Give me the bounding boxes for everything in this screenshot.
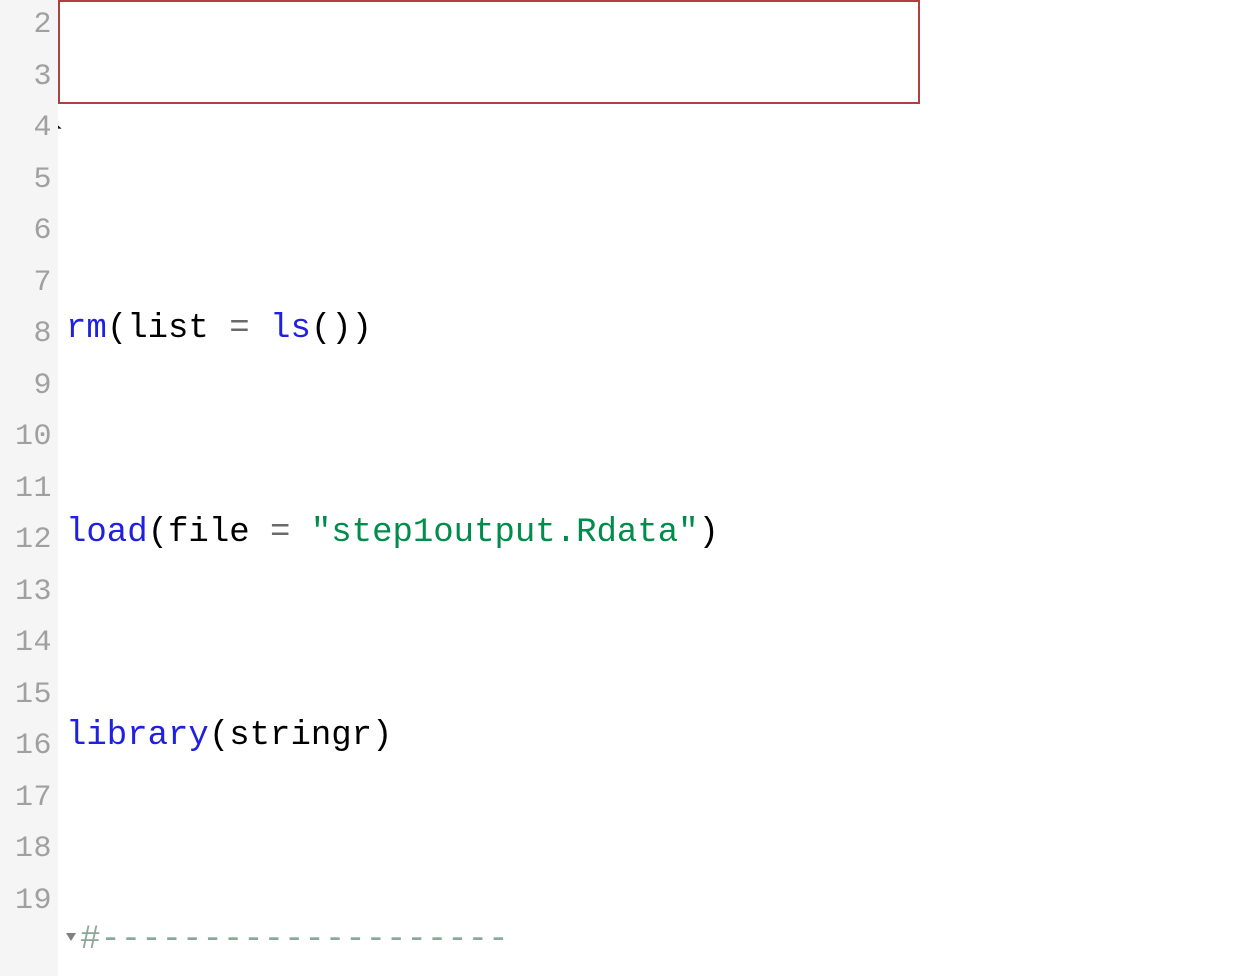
line-number: 11 (0, 464, 52, 516)
line-number: 2 (0, 0, 52, 52)
tok: ()) (311, 310, 372, 348)
line-number: 17 (0, 773, 52, 825)
line-number: 3 (0, 52, 52, 104)
line-number: 5 (0, 155, 52, 207)
code-line[interactable]: library(stringr) (66, 711, 1236, 763)
line-number: 4 (0, 103, 52, 155)
comment: #-------------------- (80, 921, 508, 959)
fn-ls: ls (270, 310, 311, 348)
fold-marker-icon[interactable] (66, 933, 76, 941)
line-number: 19 (0, 876, 52, 928)
tok: (list (107, 310, 229, 348)
line-number: 9 (0, 361, 52, 413)
code-area[interactable]: rm(list = ls()) load(file = "step1output… (58, 0, 1236, 976)
selection-highlight-box (58, 0, 920, 104)
line-number: 6 (0, 206, 52, 258)
line-number: 8 (0, 309, 52, 361)
line-number: 7 (0, 258, 52, 310)
code-line[interactable]: #-------------------- (66, 915, 1236, 967)
string-literal: "step1output.Rdata" (311, 514, 699, 552)
op-eq: = (229, 310, 270, 348)
tok: (file (148, 514, 270, 552)
tok: (stringr) (209, 717, 393, 755)
code-line[interactable]: rm(list = ls()) (66, 304, 1236, 356)
code-line[interactable]: load(file = "step1output.Rdata") (66, 508, 1236, 560)
op-eq: = (270, 514, 311, 552)
fn-load: load (66, 514, 148, 552)
line-number: 12 (0, 515, 52, 567)
line-number: 16 (0, 721, 52, 773)
line-number-gutter: 2 3 4 5 6 7 8 9 10 11 12 13 14 15 16 17 … (0, 0, 58, 976)
line-number: 18 (0, 824, 52, 876)
line-number: 14 (0, 618, 52, 670)
line-number: 10 (0, 412, 52, 464)
code-editor[interactable]: 2 3 4 5 6 7 8 9 10 11 12 13 14 15 16 17 … (0, 0, 1236, 976)
line-number: 13 (0, 567, 52, 619)
fn-rm: rm (66, 310, 107, 348)
tok: ) (699, 514, 719, 552)
fn-library: library (66, 717, 209, 755)
line-number: 15 (0, 670, 52, 722)
